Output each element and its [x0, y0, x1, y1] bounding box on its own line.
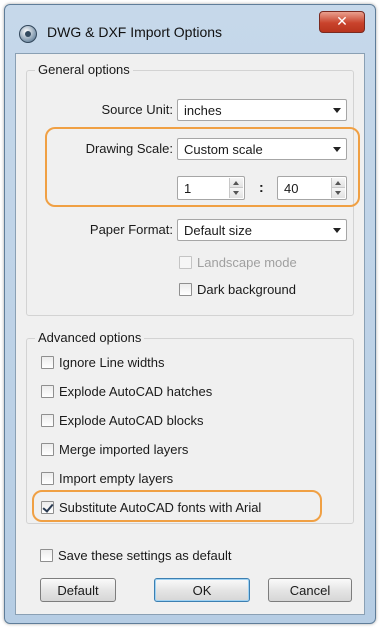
advanced-options-legend: Advanced options — [35, 330, 145, 345]
scale-denominator-value: 40 — [284, 181, 299, 196]
checkbox-box — [179, 283, 192, 296]
explode-blocks-label: Explode AutoCAD blocks — [59, 413, 204, 428]
source-unit-select[interactable]: inches — [177, 99, 347, 121]
ignore-line-widths-checkbox[interactable]: Ignore Line widths — [41, 355, 165, 370]
import-empty-layers-checkbox[interactable]: Import empty layers — [41, 471, 173, 486]
checkbox-box — [41, 501, 54, 514]
explode-hatches-checkbox[interactable]: Explode AutoCAD hatches — [41, 384, 212, 399]
app-icon — [19, 25, 37, 43]
paper-format-select[interactable]: Default size — [177, 219, 347, 241]
close-button[interactable]: ✕ — [319, 11, 365, 33]
drawing-scale-select[interactable]: Custom scale — [177, 138, 347, 160]
substitute-fonts-checkbox[interactable]: Substitute AutoCAD fonts with Arial — [41, 500, 261, 515]
explode-blocks-checkbox[interactable]: Explode AutoCAD blocks — [41, 413, 204, 428]
source-unit-label: Source Unit: — [101, 102, 173, 117]
landscape-mode-checkbox[interactable]: Landscape mode — [179, 255, 297, 270]
dark-background-checkbox[interactable]: Dark background — [179, 282, 296, 297]
chevron-down-icon — [333, 108, 341, 113]
drawing-scale-value: Custom scale — [184, 142, 263, 157]
paper-format-label: Paper Format: — [89, 222, 173, 237]
save-default-label: Save these settings as default — [58, 548, 232, 563]
checkbox-box — [41, 443, 54, 456]
general-options-legend: General options — [35, 62, 133, 77]
landscape-mode-label: Landscape mode — [197, 255, 297, 270]
spin-down-icon[interactable] — [230, 188, 243, 198]
chevron-down-icon — [333, 147, 341, 152]
spin-up-icon[interactable] — [230, 178, 243, 188]
explode-hatches-label: Explode AutoCAD hatches — [59, 384, 213, 399]
dark-background-label: Dark background — [197, 282, 296, 297]
import-options-dialog: DWG & DXF Import Options ✕ General optio… — [4, 4, 376, 624]
substitute-fonts-label: Substitute AutoCAD fonts with Arial — [59, 500, 262, 515]
advanced-options-group: Advanced options Ignore Line widths Expl… — [26, 330, 354, 524]
scale-numerator-value: 1 — [184, 181, 192, 196]
import-empty-layers-label: Import empty layers — [59, 471, 174, 486]
paper-format-value: Default size — [184, 223, 252, 238]
spin-up-icon[interactable] — [332, 178, 345, 188]
checkbox-box — [40, 549, 53, 562]
scale-numerator-stepper[interactable]: 1 — [177, 176, 245, 200]
title-bar: DWG & DXF Import Options ✕ — [5, 5, 375, 53]
save-default-checkbox[interactable]: Save these settings as default — [40, 548, 231, 563]
default-button[interactable]: Default — [40, 578, 116, 602]
cancel-button[interactable]: Cancel — [268, 578, 352, 602]
checkbox-box — [41, 385, 54, 398]
scale-denominator-stepper[interactable]: 40 — [277, 176, 347, 200]
spin-buttons — [331, 178, 345, 198]
merge-layers-label: Merge imported layers — [59, 442, 189, 457]
window-title: DWG & DXF Import Options — [47, 24, 223, 40]
spin-down-icon[interactable] — [332, 188, 345, 198]
ok-button[interactable]: OK — [154, 578, 250, 602]
ignore-line-widths-label: Ignore Line widths — [59, 355, 165, 370]
source-unit-value: inches — [184, 103, 222, 118]
checkbox-box — [41, 472, 54, 485]
spin-buttons — [229, 178, 243, 198]
merge-layers-checkbox[interactable]: Merge imported layers — [41, 442, 188, 457]
drawing-scale-label: Drawing Scale: — [85, 141, 173, 156]
scale-separator: : — [259, 179, 264, 195]
checkbox-box — [179, 256, 192, 269]
chevron-down-icon — [333, 228, 341, 233]
dialog-body: General options Source Unit: inches Draw… — [15, 53, 365, 615]
general-options-group: General options Source Unit: inches Draw… — [26, 62, 354, 316]
checkbox-box — [41, 356, 54, 369]
checkbox-box — [41, 414, 54, 427]
